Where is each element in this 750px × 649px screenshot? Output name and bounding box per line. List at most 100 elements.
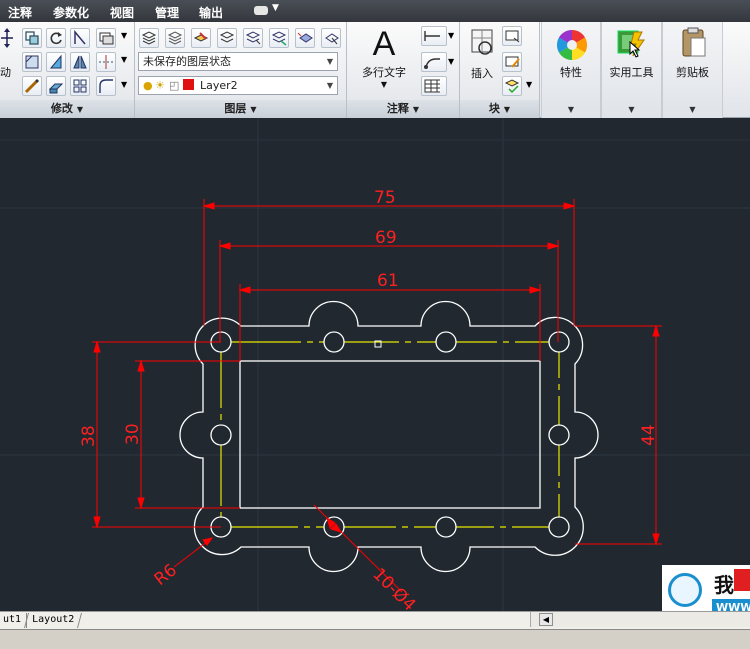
hole bbox=[548, 331, 570, 353]
layer-state-combo[interactable]: 未保存的图层状态 ▼ bbox=[138, 52, 338, 71]
layer-properties-icon[interactable] bbox=[139, 28, 159, 48]
linear-dimension-icon[interactable] bbox=[421, 26, 447, 46]
ribbon-toggle-arrow-icon[interactable]: ▼ bbox=[272, 3, 279, 13]
hole bbox=[548, 424, 570, 446]
tab-layout2[interactable]: Layout2 bbox=[23, 613, 83, 628]
plate-inner-opening bbox=[239, 360, 541, 509]
hole bbox=[435, 516, 457, 538]
utilities-label: 实用工具 bbox=[609, 66, 654, 79]
panel-layers: 未保存的图层状态 ▼ ● ☀ ◰ Layer2 ▼ 图层 ▼ bbox=[135, 22, 347, 118]
sun-icon: ☀ bbox=[155, 79, 165, 92]
hole bbox=[548, 516, 570, 538]
layer-lock-icon[interactable] bbox=[269, 28, 289, 48]
chevron-down-icon: ▼ bbox=[689, 105, 696, 114]
dimension-dropdown-icon[interactable]: ▼ bbox=[448, 31, 454, 40]
layer-state-icon[interactable] bbox=[165, 28, 185, 48]
hole bbox=[323, 331, 345, 353]
properties-label: 特性 bbox=[560, 66, 582, 79]
layer-off-icon[interactable] bbox=[191, 28, 211, 48]
layer-freeze-icon[interactable] bbox=[243, 28, 263, 48]
mtext-button[interactable]: A 多行文字 ▼ bbox=[355, 24, 413, 89]
insert-label: 插入 bbox=[471, 67, 493, 80]
layer-color-swatch bbox=[183, 79, 194, 90]
hole-centerline-rect bbox=[220, 341, 560, 528]
insert-block-icon bbox=[471, 29, 493, 55]
attribute-dropdown-icon[interactable]: ▼ bbox=[526, 80, 532, 89]
layer-isolate-icon[interactable] bbox=[217, 28, 237, 48]
tab-layout1[interactable]: ut1 bbox=[0, 613, 28, 628]
chevron-down-icon: ▼ bbox=[628, 105, 635, 114]
explode-icon[interactable] bbox=[96, 52, 116, 72]
move-icon[interactable] bbox=[0, 26, 14, 50]
layer-walk-icon[interactable] bbox=[321, 28, 341, 48]
clipboard-label: 剪贴板 bbox=[676, 66, 709, 79]
watermark-badge bbox=[668, 573, 702, 607]
dim-69: 69 bbox=[375, 228, 397, 248]
trim-icon[interactable] bbox=[70, 28, 90, 48]
mtext-label: 多行文字 bbox=[362, 66, 406, 79]
panel-layers-title[interactable]: 图层 ▼ bbox=[135, 100, 346, 118]
dim-44: 44 bbox=[639, 424, 659, 446]
create-block-icon[interactable] bbox=[502, 26, 522, 46]
dim-61: 61 bbox=[377, 271, 399, 291]
lock-open-icon: ◰ bbox=[169, 79, 180, 92]
erase-dropdown-icon[interactable]: ▼ bbox=[121, 31, 127, 40]
panel-clipboard[interactable]: 剪贴板 ▼ bbox=[662, 22, 723, 118]
rotate-icon[interactable] bbox=[46, 28, 66, 48]
insert-button[interactable]: 插入 bbox=[462, 26, 502, 81]
offset-dropdown-icon[interactable]: ▼ bbox=[121, 80, 127, 89]
leader-dropdown-icon[interactable]: ▼ bbox=[448, 57, 454, 66]
horizontal-scrollbar[interactable]: ◀ bbox=[530, 612, 750, 627]
hole bbox=[435, 331, 457, 353]
menu-manage[interactable]: 管理 bbox=[155, 4, 179, 21]
table-icon[interactable] bbox=[421, 76, 447, 96]
dim-holes: 10-Ø4 bbox=[368, 564, 419, 611]
utilities-icon bbox=[617, 30, 645, 58]
array-icon[interactable] bbox=[70, 76, 90, 96]
explode-dropdown-icon[interactable]: ▼ bbox=[121, 55, 127, 64]
menu-bar: 注释 参数化 视图 管理 输出 ▼ bbox=[0, 0, 750, 22]
chevron-down-icon: ▼ bbox=[567, 105, 575, 114]
copy-icon[interactable] bbox=[22, 28, 42, 48]
hole bbox=[210, 424, 232, 446]
drawing-svg[interactable]: 75 69 61 38 30 44 R6 10-Ø4 bbox=[0, 118, 750, 615]
clipboard-icon bbox=[682, 27, 706, 57]
chevron-down-icon: ▼ bbox=[326, 81, 333, 90]
panel-annotation-title[interactable]: 注释 ▼ bbox=[347, 100, 459, 118]
scale-icon[interactable] bbox=[46, 76, 66, 96]
menu-parametric[interactable]: 参数化 bbox=[53, 4, 89, 21]
stretch-icon[interactable] bbox=[22, 76, 42, 96]
dim-30: 30 bbox=[123, 423, 143, 445]
watermark-text: 我 bbox=[714, 573, 734, 597]
chevron-down-icon: ▼ bbox=[326, 57, 333, 66]
drawing-canvas[interactable]: 75 69 61 38 30 44 R6 10-Ø4 我 WWW bbox=[0, 118, 750, 625]
offset-icon[interactable] bbox=[96, 76, 116, 96]
command-line[interactable] bbox=[0, 629, 750, 649]
chevron-down-icon: ▼ bbox=[412, 105, 420, 114]
erase-icon[interactable] bbox=[96, 28, 116, 48]
mirror-icon[interactable] bbox=[22, 52, 42, 72]
leader-icon[interactable] bbox=[421, 52, 447, 72]
panel-properties[interactable]: 特性 ▼ bbox=[541, 22, 601, 118]
edit-block-icon[interactable] bbox=[502, 52, 522, 72]
panel-block-title[interactable]: 块 ▼ bbox=[460, 100, 539, 118]
scroll-left-icon[interactable]: ◀ bbox=[539, 613, 553, 626]
modify-cut-label: 动 bbox=[0, 66, 11, 79]
layer-combo[interactable]: ● ☀ ◰ Layer2 ▼ bbox=[138, 76, 338, 95]
mtext-icon: A bbox=[372, 25, 396, 63]
attribute-edit-icon[interactable] bbox=[502, 76, 522, 96]
lightbulb-icon: ● bbox=[143, 79, 153, 92]
panel-annotation: A 多行文字 ▼ ▼ ▼ 注释 ▼ bbox=[347, 22, 460, 118]
ribbon: 动 ▼ ▼ ▼ 修改 ▼ 未保存的图层状态 ▼ ● ☀ ◰ Layer2 ▼ 图… bbox=[0, 22, 750, 118]
panel-modify-title[interactable]: 修改 ▼ bbox=[0, 100, 134, 118]
panel-utilities[interactable]: 实用工具 ▼ bbox=[601, 22, 662, 118]
menu-output[interactable]: 输出 bbox=[199, 4, 223, 21]
fillet-icon[interactable] bbox=[46, 52, 66, 72]
chevron-down-icon: ▼ bbox=[380, 80, 388, 89]
ribbon-toggle-icon[interactable] bbox=[254, 6, 268, 15]
layer-match-icon[interactable] bbox=[295, 28, 315, 48]
mirror-triangle-icon[interactable] bbox=[70, 52, 90, 72]
panel-block: 插入 ▼ 块 ▼ bbox=[460, 22, 540, 118]
menu-annotate[interactable]: 注释 bbox=[8, 4, 32, 21]
menu-view[interactable]: 视图 bbox=[110, 4, 134, 21]
